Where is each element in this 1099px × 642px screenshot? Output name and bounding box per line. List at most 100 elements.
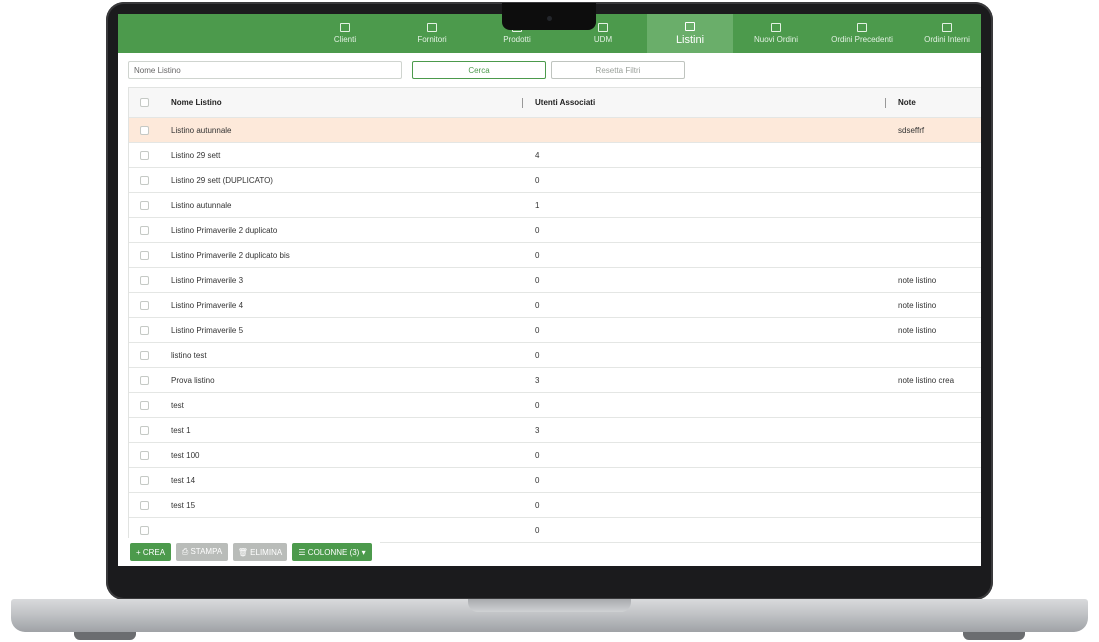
row-checkbox[interactable] (140, 525, 149, 535)
cell-users: 0 (535, 450, 540, 460)
table-row[interactable]: Listino Primaverile 2 duplicato 0 (129, 218, 981, 243)
cell-name: listino test (171, 350, 207, 360)
cell-name: Prova listino (171, 375, 215, 385)
row-checkbox[interactable] (140, 300, 149, 310)
column-resize-handle[interactable] (522, 98, 523, 108)
row-checkbox[interactable] (140, 250, 149, 260)
cell-users: 4 (535, 150, 540, 160)
cell-name: Listino autunnale (171, 200, 232, 210)
name-filter-input[interactable] (128, 61, 402, 79)
cell-name: test 15 (171, 500, 196, 510)
cell-name: Listino Primaverile 2 duplicato (171, 225, 278, 235)
cell-notes: note listino crea (898, 375, 955, 385)
cell-name: Listino autunnale (171, 125, 232, 135)
row-checkbox[interactable] (140, 350, 149, 360)
cell-name: test (171, 400, 184, 410)
cell-name: Listino 29 sett (DUPLICATO) (171, 175, 273, 185)
table-row[interactable]: Listino 29 sett 4 (129, 143, 981, 168)
document-icon (857, 23, 867, 32)
cell-users: 0 (535, 525, 540, 535)
laptop-foot-right (963, 632, 1025, 640)
table-header: Nome Listino Utenti Associati Note (129, 88, 981, 118)
cell-notes: note listino (898, 275, 937, 285)
cell-users: 0 (535, 500, 540, 510)
cell-name: Listino Primaverile 2 duplicato bis (171, 250, 290, 260)
row-checkbox[interactable] (140, 450, 149, 460)
table-row[interactable]: test 0 (129, 393, 981, 418)
cell-users: 1 (535, 200, 540, 210)
cell-users: 0 (535, 475, 540, 485)
nav-item-nuovi-ordini[interactable]: Nuovi Ordini (738, 14, 814, 53)
document-icon (942, 23, 952, 32)
cell-name: test 100 (171, 450, 200, 460)
header-note[interactable]: Note (898, 88, 916, 117)
table-row[interactable]: Listino Primaverile 2 duplicato bis 0 (129, 243, 981, 268)
table-row[interactable]: listino test 0 (129, 343, 981, 368)
app-screen: Clienti Fornitori Prodotti UDM Listini N… (118, 14, 981, 566)
table-row[interactable]: Prova listino 3 note listino crea (129, 368, 981, 393)
cell-users: 3 (535, 375, 540, 385)
table-row[interactable]: test 14 0 (129, 468, 981, 493)
table-row[interactable]: Listino Primaverile 3 0 note listino (129, 268, 981, 293)
cell-users: 0 (535, 350, 540, 360)
cell-name: Listino 29 sett (171, 150, 221, 160)
cell-users: 0 (535, 225, 540, 235)
table-row[interactable]: Listino autunnale sdseffrf (129, 118, 981, 143)
columns-dropdown-button[interactable]: ☰ COLONNE (3) ▾ (292, 543, 372, 561)
table-row[interactable]: Listino Primaverile 5 0 note listino (129, 318, 981, 343)
reset-filters-button[interactable]: Resetta Filtri (551, 61, 685, 79)
row-checkbox[interactable] (140, 175, 149, 185)
nav-item-ordini-interni[interactable]: Ordini Interni (913, 14, 981, 53)
cell-name: test 1 (171, 425, 191, 435)
action-bar: + CREA ⎙ STAMPA 🗑 ELIMINA ☰ COLONNE (3) … (124, 538, 380, 566)
row-checkbox[interactable] (140, 325, 149, 335)
cell-name: Listino Primaverile 5 (171, 325, 244, 335)
cell-users: 0 (535, 400, 540, 410)
column-resize-handle[interactable] (885, 98, 886, 108)
cell-users: 0 (535, 300, 540, 310)
row-checkbox[interactable] (140, 200, 149, 210)
cell-users: 0 (535, 175, 540, 185)
row-checkbox[interactable] (140, 125, 149, 135)
cell-name: Listino Primaverile 3 (171, 275, 244, 285)
table-row[interactable]: Listino 29 sett (DUPLICATO) 0 (129, 168, 981, 193)
table-row[interactable]: test 100 0 (129, 443, 981, 468)
cell-notes: sdseffrf (898, 125, 925, 135)
document-icon (771, 23, 781, 32)
row-checkbox[interactable] (140, 225, 149, 235)
nav-item-clienti[interactable]: Clienti (310, 14, 380, 53)
table-row[interactable]: test 15 0 (129, 493, 981, 518)
table-row[interactable]: test 1 3 (129, 418, 981, 443)
select-all-checkbox[interactable] (140, 98, 149, 107)
nav-item-ordini-precedenti[interactable]: Ordini Precedenti (823, 14, 901, 53)
table-row[interactable]: Listino Primaverile 4 0 note listino (129, 293, 981, 318)
row-checkbox[interactable] (140, 150, 149, 160)
cell-notes: note listino (898, 325, 937, 335)
cell-users: 0 (535, 325, 540, 335)
cell-users: 0 (535, 250, 540, 260)
row-checkbox[interactable] (140, 500, 149, 510)
row-checkbox[interactable] (140, 475, 149, 485)
cell-name: Listino Primaverile 4 (171, 300, 244, 310)
row-checkbox[interactable] (140, 375, 149, 385)
price-lists-table: Nome Listino Utenti Associati Note Listi… (128, 87, 981, 543)
search-button[interactable]: Cerca (412, 61, 546, 79)
users-icon (340, 23, 350, 32)
nav-item-fornitori[interactable]: Fornitori (397, 14, 467, 53)
cell-users: 3 (535, 425, 540, 435)
cell-notes: note listino (898, 300, 937, 310)
scale-icon (598, 23, 608, 32)
nav-item-listini[interactable]: Listini (647, 14, 733, 53)
row-checkbox[interactable] (140, 275, 149, 285)
create-button[interactable]: + CREA (130, 543, 171, 561)
row-checkbox[interactable] (140, 400, 149, 410)
camera-icon (547, 16, 552, 21)
row-checkbox[interactable] (140, 425, 149, 435)
print-button[interactable]: ⎙ STAMPA (176, 543, 228, 561)
truck-icon (427, 23, 437, 32)
table-row[interactable]: Listino autunnale 1 (129, 193, 981, 218)
delete-button[interactable]: 🗑 ELIMINA (233, 543, 287, 561)
header-utenti-associati[interactable]: Utenti Associati (535, 88, 595, 117)
header-nome-listino[interactable]: Nome Listino (171, 88, 222, 117)
laptop-base-notch (468, 599, 631, 612)
